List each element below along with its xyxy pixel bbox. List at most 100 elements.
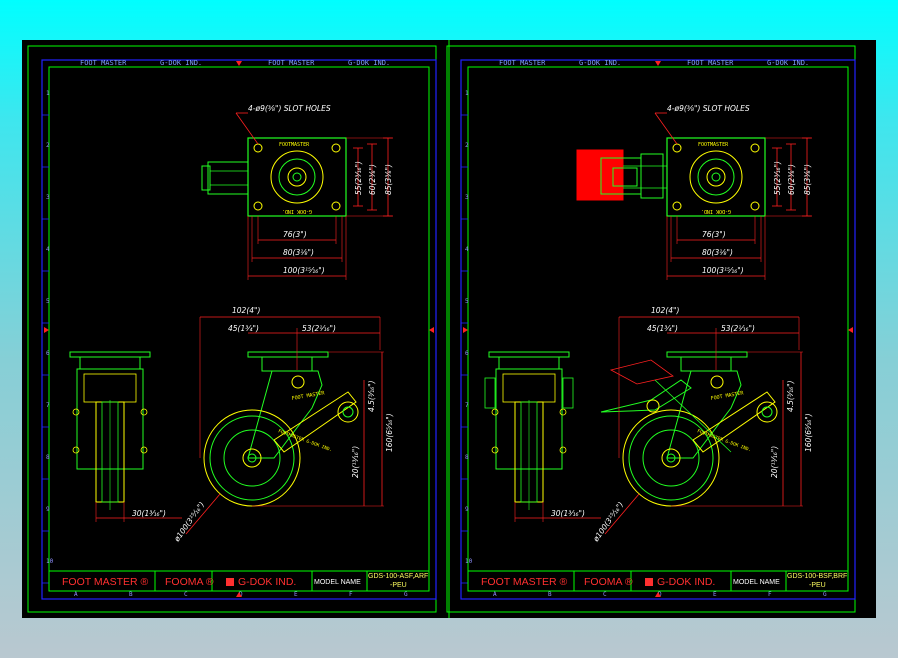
title-sub-brand: FOOMA ® bbox=[584, 576, 633, 588]
front-bolt bbox=[140, 446, 148, 454]
brake-linkage-top bbox=[640, 153, 664, 199]
header-brand-2: G-DOK IND. bbox=[160, 59, 202, 67]
wheel-label: FOOTMASTER G-DOK IND. bbox=[696, 428, 752, 453]
side-plate bbox=[666, 351, 748, 358]
front-bolt bbox=[491, 408, 499, 416]
title-brand: FOOT MASTER ® bbox=[481, 576, 568, 588]
grid-number-left: 3 bbox=[465, 194, 469, 201]
brake-side-lever bbox=[484, 377, 496, 409]
grid-number-left: 8 bbox=[46, 454, 50, 461]
grid-letter-bottom: C bbox=[603, 591, 607, 598]
kingpin bbox=[711, 172, 721, 182]
header-brand-3: FOOT MASTER bbox=[268, 59, 315, 67]
wheel-label: FOOTMASTER G-DOK IND. bbox=[277, 428, 333, 453]
top-view: FOOTMASTER G-DOK IND. 4-ø9(³⁄₈") SLOT HOLE… bbox=[201, 104, 393, 280]
dim-20-label: 20(¹³⁄₁₆") bbox=[770, 446, 779, 478]
grid-number-left: 10 bbox=[465, 558, 473, 565]
arm-label: FOOT MASTER bbox=[291, 390, 326, 402]
side-view: FOOT MASTER FOOTMASTER G-DOK IND. 102(4") 4… bbox=[172, 306, 394, 544]
grid-letter-bottom: F bbox=[349, 591, 353, 598]
title-model-name-line1: GDS-100-ASF,ARF bbox=[368, 573, 428, 580]
slot-hole bbox=[253, 143, 263, 153]
title-model-name-line1: GDS-100-BSF,BRF bbox=[787, 573, 847, 580]
right-center-mark-icon bbox=[848, 327, 853, 333]
front-fork-bracket bbox=[83, 373, 137, 403]
dim-102-label: 102(4") bbox=[232, 306, 260, 315]
arm-pivot bbox=[291, 375, 305, 389]
title-brand: FOOT MASTER ® bbox=[62, 576, 149, 588]
slot-hole bbox=[750, 201, 760, 211]
arm-label: FOOT MASTER bbox=[710, 390, 745, 402]
header-brand-1: FOOT MASTER bbox=[80, 59, 127, 67]
header-brand-2: G-DOK IND. bbox=[579, 59, 621, 67]
center-mark-icon bbox=[655, 61, 661, 66]
dim-wheel-label: ø100(3¹⁵⁄₁₆") bbox=[172, 500, 207, 544]
title-model-name-line2: -PEU bbox=[809, 582, 826, 589]
grid-number-left: 4 bbox=[46, 246, 50, 253]
grid-number-left: 1 bbox=[465, 90, 469, 97]
slot-hole bbox=[672, 201, 682, 211]
front-fork-bracket bbox=[502, 373, 556, 403]
swivel-race-inner bbox=[278, 158, 316, 196]
side-swivel bbox=[680, 356, 732, 372]
grid-number-left: 2 bbox=[465, 142, 469, 149]
grid-letter-bottom: A bbox=[493, 591, 497, 598]
brake-side-lever bbox=[562, 377, 574, 409]
title-company: G-DOK IND. bbox=[657, 576, 715, 588]
dim-53-label: 53(2¹⁄₁₆") bbox=[721, 324, 755, 333]
kingpin bbox=[292, 172, 302, 182]
dim-label-vertical: 55(2³⁄₁₆") bbox=[354, 161, 363, 195]
grid-letter-bottom: B bbox=[129, 591, 133, 598]
front-view: 30(1³⁄₁₆") bbox=[69, 351, 182, 522]
title-company: G-DOK IND. bbox=[238, 576, 296, 588]
front-swivel bbox=[498, 356, 560, 370]
grid-letter-bottom: C bbox=[184, 591, 188, 598]
slot-holes-label: 4-ø9(³⁄₈") SLOT HOLES bbox=[667, 104, 750, 113]
drawing-sheet-2: FOOT MASTER G-DOK IND. FOOT MASTER G-DOK IN… bbox=[446, 45, 856, 613]
mounting-plate bbox=[247, 137, 347, 217]
grid-letter-bottom: A bbox=[74, 591, 78, 598]
plate-code-label: G-DOK IND. bbox=[282, 208, 312, 214]
kingpin-outer bbox=[287, 167, 307, 187]
slot-hole bbox=[331, 201, 341, 211]
grid-letter-bottom: B bbox=[548, 591, 552, 598]
side-swivel bbox=[261, 356, 313, 372]
left-center-mark-icon bbox=[44, 327, 49, 333]
grid-letter-bottom: E bbox=[294, 591, 298, 598]
grid-number-left: 10 bbox=[46, 558, 54, 565]
side-view: FOOT MASTER FOOTMASTER G-DOK IND. 102(4") 4… bbox=[591, 306, 813, 544]
brake-pedal-arm bbox=[600, 379, 692, 413]
slot-holes-label: 4-ø9(³⁄₈") SLOT HOLES bbox=[248, 104, 331, 113]
title-model-label: MODEL NAME bbox=[733, 579, 780, 586]
dim-label-horizontal: 80(3¹⁄₈") bbox=[283, 248, 314, 257]
dim-label-horizontal: 80(3¹⁄₈") bbox=[702, 248, 733, 257]
dim-label-horizontal: 100(3¹⁵⁄₁₆") bbox=[283, 266, 325, 275]
dim-label-vertical: 60(2³⁄₈") bbox=[787, 164, 796, 195]
front-bolt bbox=[72, 446, 80, 454]
header-brand-4: G-DOK IND. bbox=[348, 59, 390, 67]
grid-number-left: 7 bbox=[46, 402, 50, 409]
right-center-mark-icon bbox=[429, 327, 434, 333]
grid-number-left: 9 bbox=[465, 506, 469, 513]
plate-logo-label: FOOTMASTER bbox=[698, 142, 729, 148]
dim-20-label: 20(¹³⁄₁₆") bbox=[351, 446, 360, 478]
dim-45-label: 45(1³⁄₄") bbox=[647, 324, 678, 333]
kingpin-outer bbox=[706, 167, 726, 187]
top-view: FOOTMASTER G-DOK IND. 4-ø9(³⁄₈") SLOT HOLE… bbox=[576, 104, 812, 280]
center-mark-icon bbox=[236, 61, 242, 66]
dim-label-vertical: 55(2³⁄₁₆") bbox=[773, 161, 782, 195]
dim-30-label: 30(1³⁄₁₆") bbox=[132, 509, 166, 518]
cad-drawing: FOOT MASTER G-DOK IND. FOOT MASTER G-DOK IN… bbox=[27, 40, 856, 618]
dim-102-label: 102(4") bbox=[651, 306, 679, 315]
front-bolt bbox=[72, 408, 80, 416]
dim-30-label: 30(1³⁄₁₆") bbox=[551, 509, 585, 518]
slot-hole bbox=[750, 143, 760, 153]
grid-number-left: 4 bbox=[465, 246, 469, 253]
dim-label-horizontal: 76(3") bbox=[702, 230, 726, 239]
grid-letter-bottom: G bbox=[404, 591, 408, 598]
title-block: FOOT MASTER ® FOOMA ® G-DOK IND. MODEL NAME… bbox=[48, 570, 430, 592]
mounting-plate bbox=[666, 137, 766, 217]
grid-letter-bottom: F bbox=[768, 591, 772, 598]
grid-number-left: 3 bbox=[46, 194, 50, 201]
slot-hole bbox=[253, 201, 263, 211]
